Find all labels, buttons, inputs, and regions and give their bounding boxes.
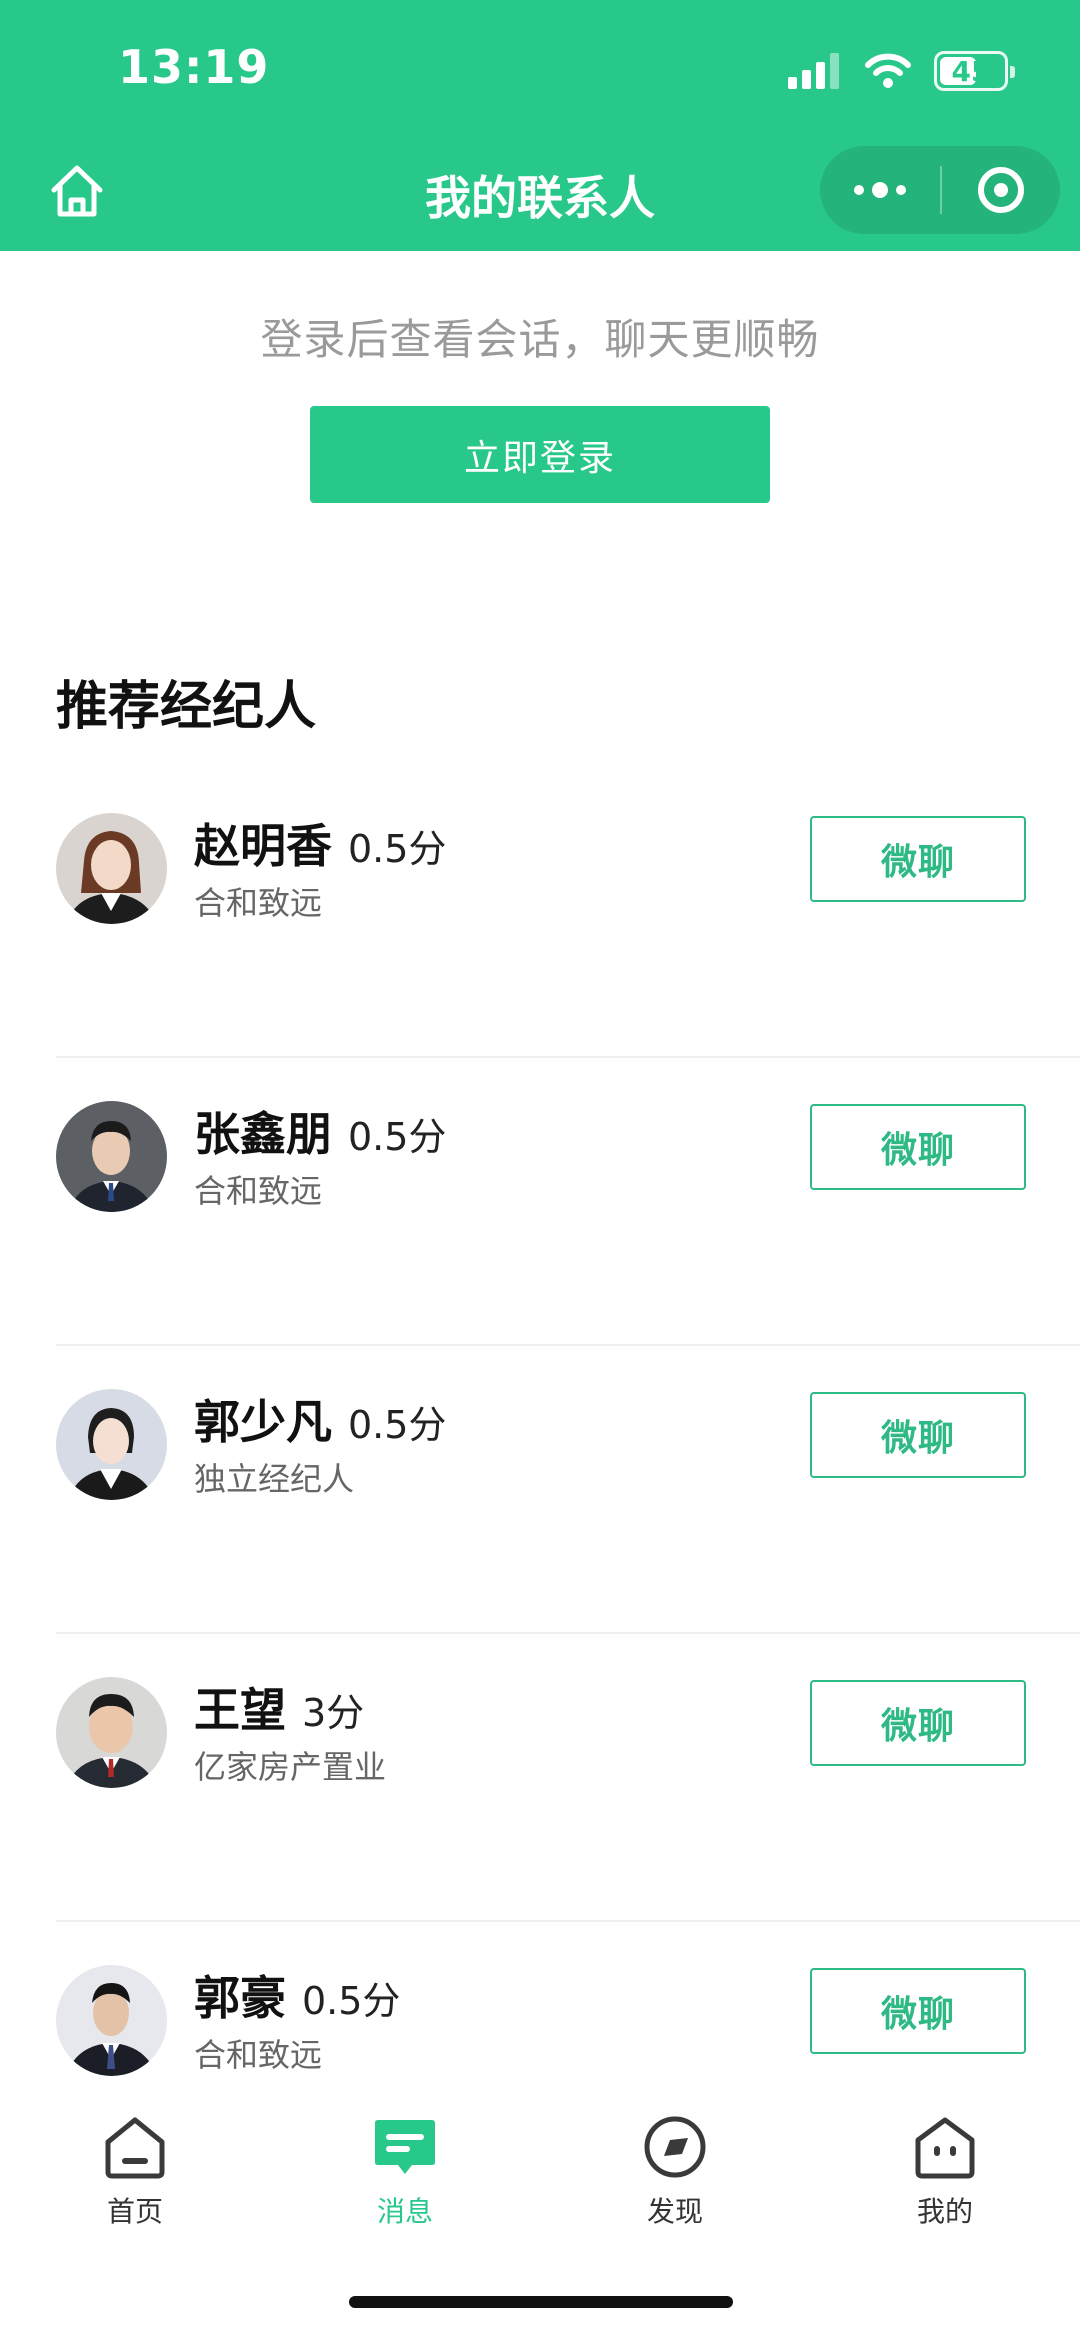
agent-list: 赵明香 0.5分 合和致远 微聊 张鑫朋 0.5分 合和致远 微聊 郭少凡 0.… — [0, 770, 1080, 2210]
agent-name: 郭豪 — [194, 1971, 286, 2025]
agent-row: 赵明香 0.5分 合和致远 微聊 — [56, 770, 1080, 1058]
tab-label: 消息 — [376, 2195, 433, 2228]
chat-button[interactable]: 微聊 — [810, 1392, 1026, 1478]
chat-button[interactable]: 微聊 — [810, 816, 1026, 902]
tab-messages[interactable]: 消息 — [305, 2114, 505, 2234]
home-indicator — [349, 2296, 733, 2308]
agent-company: 独立经纪人 — [194, 1460, 355, 1498]
message-tab-icon — [375, 2120, 435, 2174]
battery-level: 45 — [951, 54, 991, 88]
agent-score: 0.5分 — [302, 1979, 401, 2023]
chat-button[interactable]: 微聊 — [810, 1968, 1026, 2054]
contacts-page: 13:19 45 我的联系人 登录后查看会话，聊天更顺畅 立即登录 推荐经纪人 … — [0, 0, 1080, 2337]
battery-icon: 45 — [934, 51, 1015, 91]
status-time: 13:19 — [118, 40, 270, 94]
agent-row: 郭少凡 0.5分 独立经纪人 微聊 — [56, 1346, 1080, 1634]
miniprogram-capsule — [820, 146, 1060, 234]
agent-company: 合和致远 — [194, 884, 323, 922]
agent-score: 0.5分 — [348, 1403, 447, 1447]
agent-score: 0.5分 — [348, 827, 447, 871]
tab-label: 发现 — [646, 2195, 703, 2228]
discover-tab-icon — [644, 2116, 706, 2178]
profile-tab-icon — [915, 2117, 975, 2179]
agent-name: 赵明香 — [194, 819, 332, 873]
more-dots-icon[interactable] — [820, 146, 940, 234]
avatar[interactable] — [56, 813, 167, 924]
agent-company: 合和致远 — [194, 2036, 323, 2074]
login-hint: 登录后查看会话，聊天更顺畅 — [260, 315, 820, 364]
avatar[interactable] — [56, 1965, 167, 2076]
wifi-icon — [865, 53, 911, 88]
signal-icon — [788, 53, 839, 89]
avatar[interactable] — [56, 1101, 167, 1212]
agent-name: 张鑫朋 — [194, 1107, 332, 1161]
home-tab-icon — [105, 2117, 165, 2179]
tab-label: 我的 — [916, 2195, 973, 2228]
agent-company: 合和致远 — [194, 1172, 323, 1210]
tab-label: 首页 — [106, 2195, 163, 2228]
chat-button[interactable]: 微聊 — [810, 1104, 1026, 1190]
tab-home[interactable]: 首页 — [35, 2114, 235, 2234]
chat-button[interactable]: 微聊 — [810, 1680, 1026, 1766]
target-close-icon[interactable] — [942, 146, 1060, 234]
avatar[interactable] — [56, 1389, 167, 1500]
agent-row: 王望 3分 亿家房产置业 微聊 — [56, 1634, 1080, 1922]
agent-score: 3分 — [302, 1691, 365, 1735]
tab-discover[interactable]: 发现 — [575, 2114, 775, 2234]
section-title: 推荐经纪人 — [56, 677, 317, 737]
agent-score: 0.5分 — [348, 1115, 447, 1159]
agent-name: 郭少凡 — [194, 1395, 332, 1449]
status-icons: 45 — [788, 46, 1015, 96]
agent-company: 亿家房产置业 — [194, 1748, 387, 1786]
header-bar: 13:19 45 我的联系人 — [0, 0, 1080, 251]
tab-profile[interactable]: 我的 — [845, 2114, 1045, 2234]
avatar[interactable] — [56, 1677, 167, 1788]
agent-row: 张鑫朋 0.5分 合和致远 微聊 — [56, 1058, 1080, 1346]
login-button[interactable]: 立即登录 — [310, 406, 770, 503]
agent-name: 王望 — [194, 1683, 286, 1737]
